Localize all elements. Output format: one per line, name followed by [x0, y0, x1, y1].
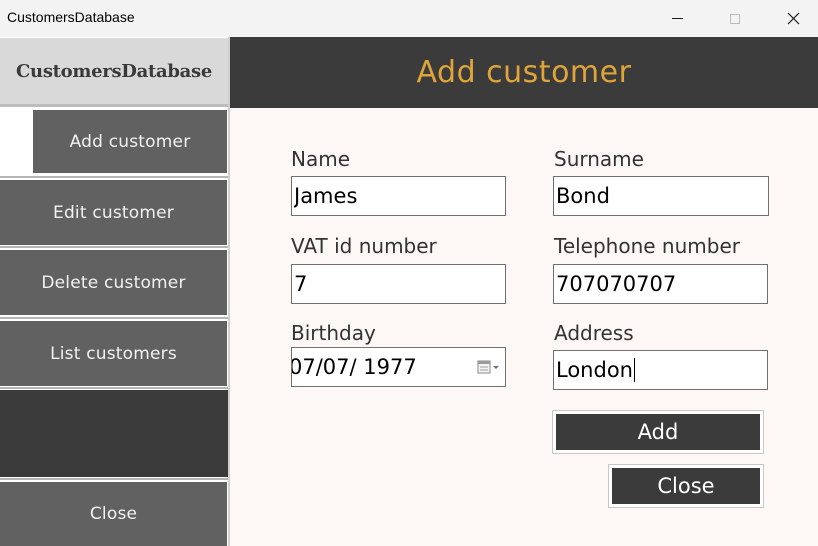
sidebar-item-edit-customer[interactable]: Edit customer [0, 180, 227, 245]
page-header: Add customer [230, 37, 818, 108]
name-field[interactable]: James [291, 176, 506, 216]
surname-label: Surname [554, 147, 644, 171]
page-title: Add customer [416, 55, 632, 90]
maximize-icon [730, 13, 740, 24]
vat-value: 7 [294, 272, 308, 296]
sidebar-divider [0, 317, 228, 319]
close-icon [787, 12, 799, 25]
sidebar-divider [0, 176, 228, 178]
sidebar-close-button[interactable]: Close [0, 482, 227, 546]
sidebar-item-list-customers[interactable]: List customers [0, 321, 227, 386]
address-label: Address [554, 321, 634, 345]
sidebar-item-delete-customer[interactable]: Delete customer [0, 250, 227, 315]
close-button[interactable]: Close [609, 465, 763, 507]
phone-field[interactable]: 707070707 [553, 264, 768, 304]
birthday-datepicker[interactable]: 07/07/ 1977 [291, 347, 506, 387]
name-label: Name [291, 147, 351, 171]
phone-label: Telephone number [554, 234, 740, 258]
sidebar-brand: CustomersDatabase [0, 38, 228, 104]
sidebar-divider [0, 478, 228, 480]
vat-label: VAT id number [291, 234, 437, 258]
vat-field[interactable]: 7 [291, 264, 506, 304]
sidebar: CustomersDatabase Add customer Edit cust… [0, 37, 230, 546]
add-button[interactable]: Add [553, 411, 763, 453]
add-customer-form: Name James Surname Bond VAT id number 7 … [230, 108, 818, 546]
phone-value: 707070707 [556, 272, 677, 296]
surname-value: Bond [556, 184, 610, 208]
window-close-button[interactable] [770, 0, 816, 37]
birthday-label: Birthday [291, 321, 376, 345]
minimize-button[interactable] [654, 0, 700, 37]
sidebar-item-add-customer[interactable]: Add customer [33, 110, 227, 173]
maximize-button[interactable] [712, 0, 758, 37]
window-titlebar: CustomersDatabase [0, 0, 818, 37]
address-field[interactable]: London [553, 350, 768, 390]
calendar-icon[interactable] [477, 359, 501, 375]
name-value: James [294, 184, 358, 208]
sidebar-divider [0, 387, 228, 389]
minimize-icon [671, 18, 683, 19]
sidebar-divider [0, 246, 228, 248]
address-value: London [556, 358, 633, 382]
sidebar-spacer [0, 390, 228, 477]
text-cursor [633, 358, 635, 382]
window-title: CustomersDatabase [7, 9, 135, 25]
sidebar-divider [0, 104, 228, 107]
birthday-value: 07/07/ 1977 [291, 355, 417, 379]
surname-field[interactable]: Bond [553, 176, 769, 216]
